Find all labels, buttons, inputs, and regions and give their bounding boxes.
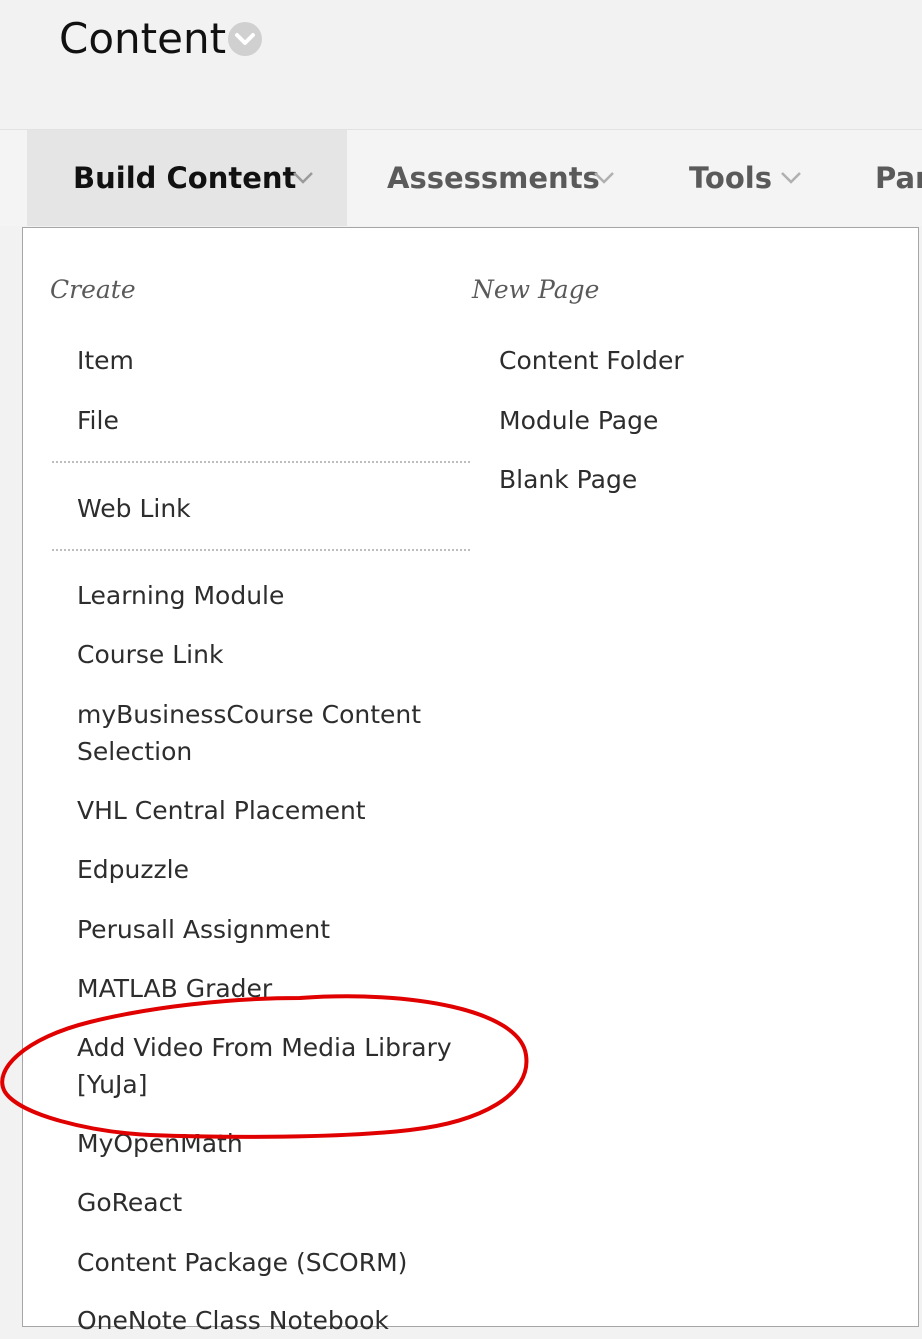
- chevron-down-icon: [594, 172, 614, 184]
- tools-tab[interactable]: Tools: [647, 130, 837, 226]
- create-heading: Create: [50, 275, 136, 304]
- chevron-down-icon[interactable]: [227, 21, 263, 57]
- menu-item-matlab-grader[interactable]: MATLAB Grader: [77, 970, 272, 1007]
- menu-item-learning-module[interactable]: Learning Module: [77, 577, 284, 614]
- menu-item-vhl-central[interactable]: VHL Central Placement: [77, 792, 366, 829]
- page-title: Content: [59, 14, 227, 63]
- partner-label: Par: [875, 161, 922, 195]
- menu-item-label-line: Add Video From Media Library: [77, 1033, 452, 1062]
- menu-item-content-folder[interactable]: Content Folder: [499, 342, 684, 379]
- menu-item-edpuzzle[interactable]: Edpuzzle: [77, 851, 189, 888]
- new-page-heading: New Page: [472, 275, 600, 304]
- chevron-down-icon: [781, 172, 801, 184]
- divider: [52, 549, 470, 551]
- menu-item-web-link[interactable]: Web Link: [77, 490, 191, 527]
- menu-item-perusall[interactable]: Perusall Assignment: [77, 911, 330, 948]
- menu-item-course-link[interactable]: Course Link: [77, 636, 223, 673]
- menu-item-module-page[interactable]: Module Page: [499, 402, 658, 439]
- action-bar: Build Content Assessments Tools Par: [0, 130, 922, 226]
- menu-item-label-line: Selection: [77, 737, 193, 766]
- build-content-tab[interactable]: Build Content: [27, 130, 347, 226]
- menu-item-goreact[interactable]: GoReact: [77, 1184, 182, 1221]
- assessments-tab[interactable]: Assessments: [347, 130, 647, 226]
- menu-item-label-line: myBusinessCourse Content: [77, 700, 422, 729]
- divider: [52, 461, 470, 463]
- page-header: Content: [0, 0, 922, 130]
- menu-item-onenote[interactable]: OneNote Class Notebook: [77, 1302, 389, 1339]
- menu-item-blank-page[interactable]: Blank Page: [499, 461, 637, 498]
- partner-tab[interactable]: Par: [837, 130, 922, 226]
- menu-item-item[interactable]: Item: [77, 342, 134, 379]
- menu-item-myopenmath[interactable]: MyOpenMath: [77, 1125, 243, 1162]
- build-content-label: Build Content: [73, 161, 297, 195]
- menu-item-file[interactable]: File: [77, 402, 119, 439]
- chevron-down-icon: [293, 172, 313, 184]
- build-content-menu: Create Item File Web Link Learning Modul…: [22, 227, 919, 1335]
- menu-item-content-package[interactable]: Content Package (SCORM): [77, 1244, 407, 1281]
- assessments-label: Assessments: [387, 161, 600, 195]
- menu-item-label-line: [YuJa]: [77, 1070, 148, 1099]
- tools-label: Tools: [689, 161, 772, 195]
